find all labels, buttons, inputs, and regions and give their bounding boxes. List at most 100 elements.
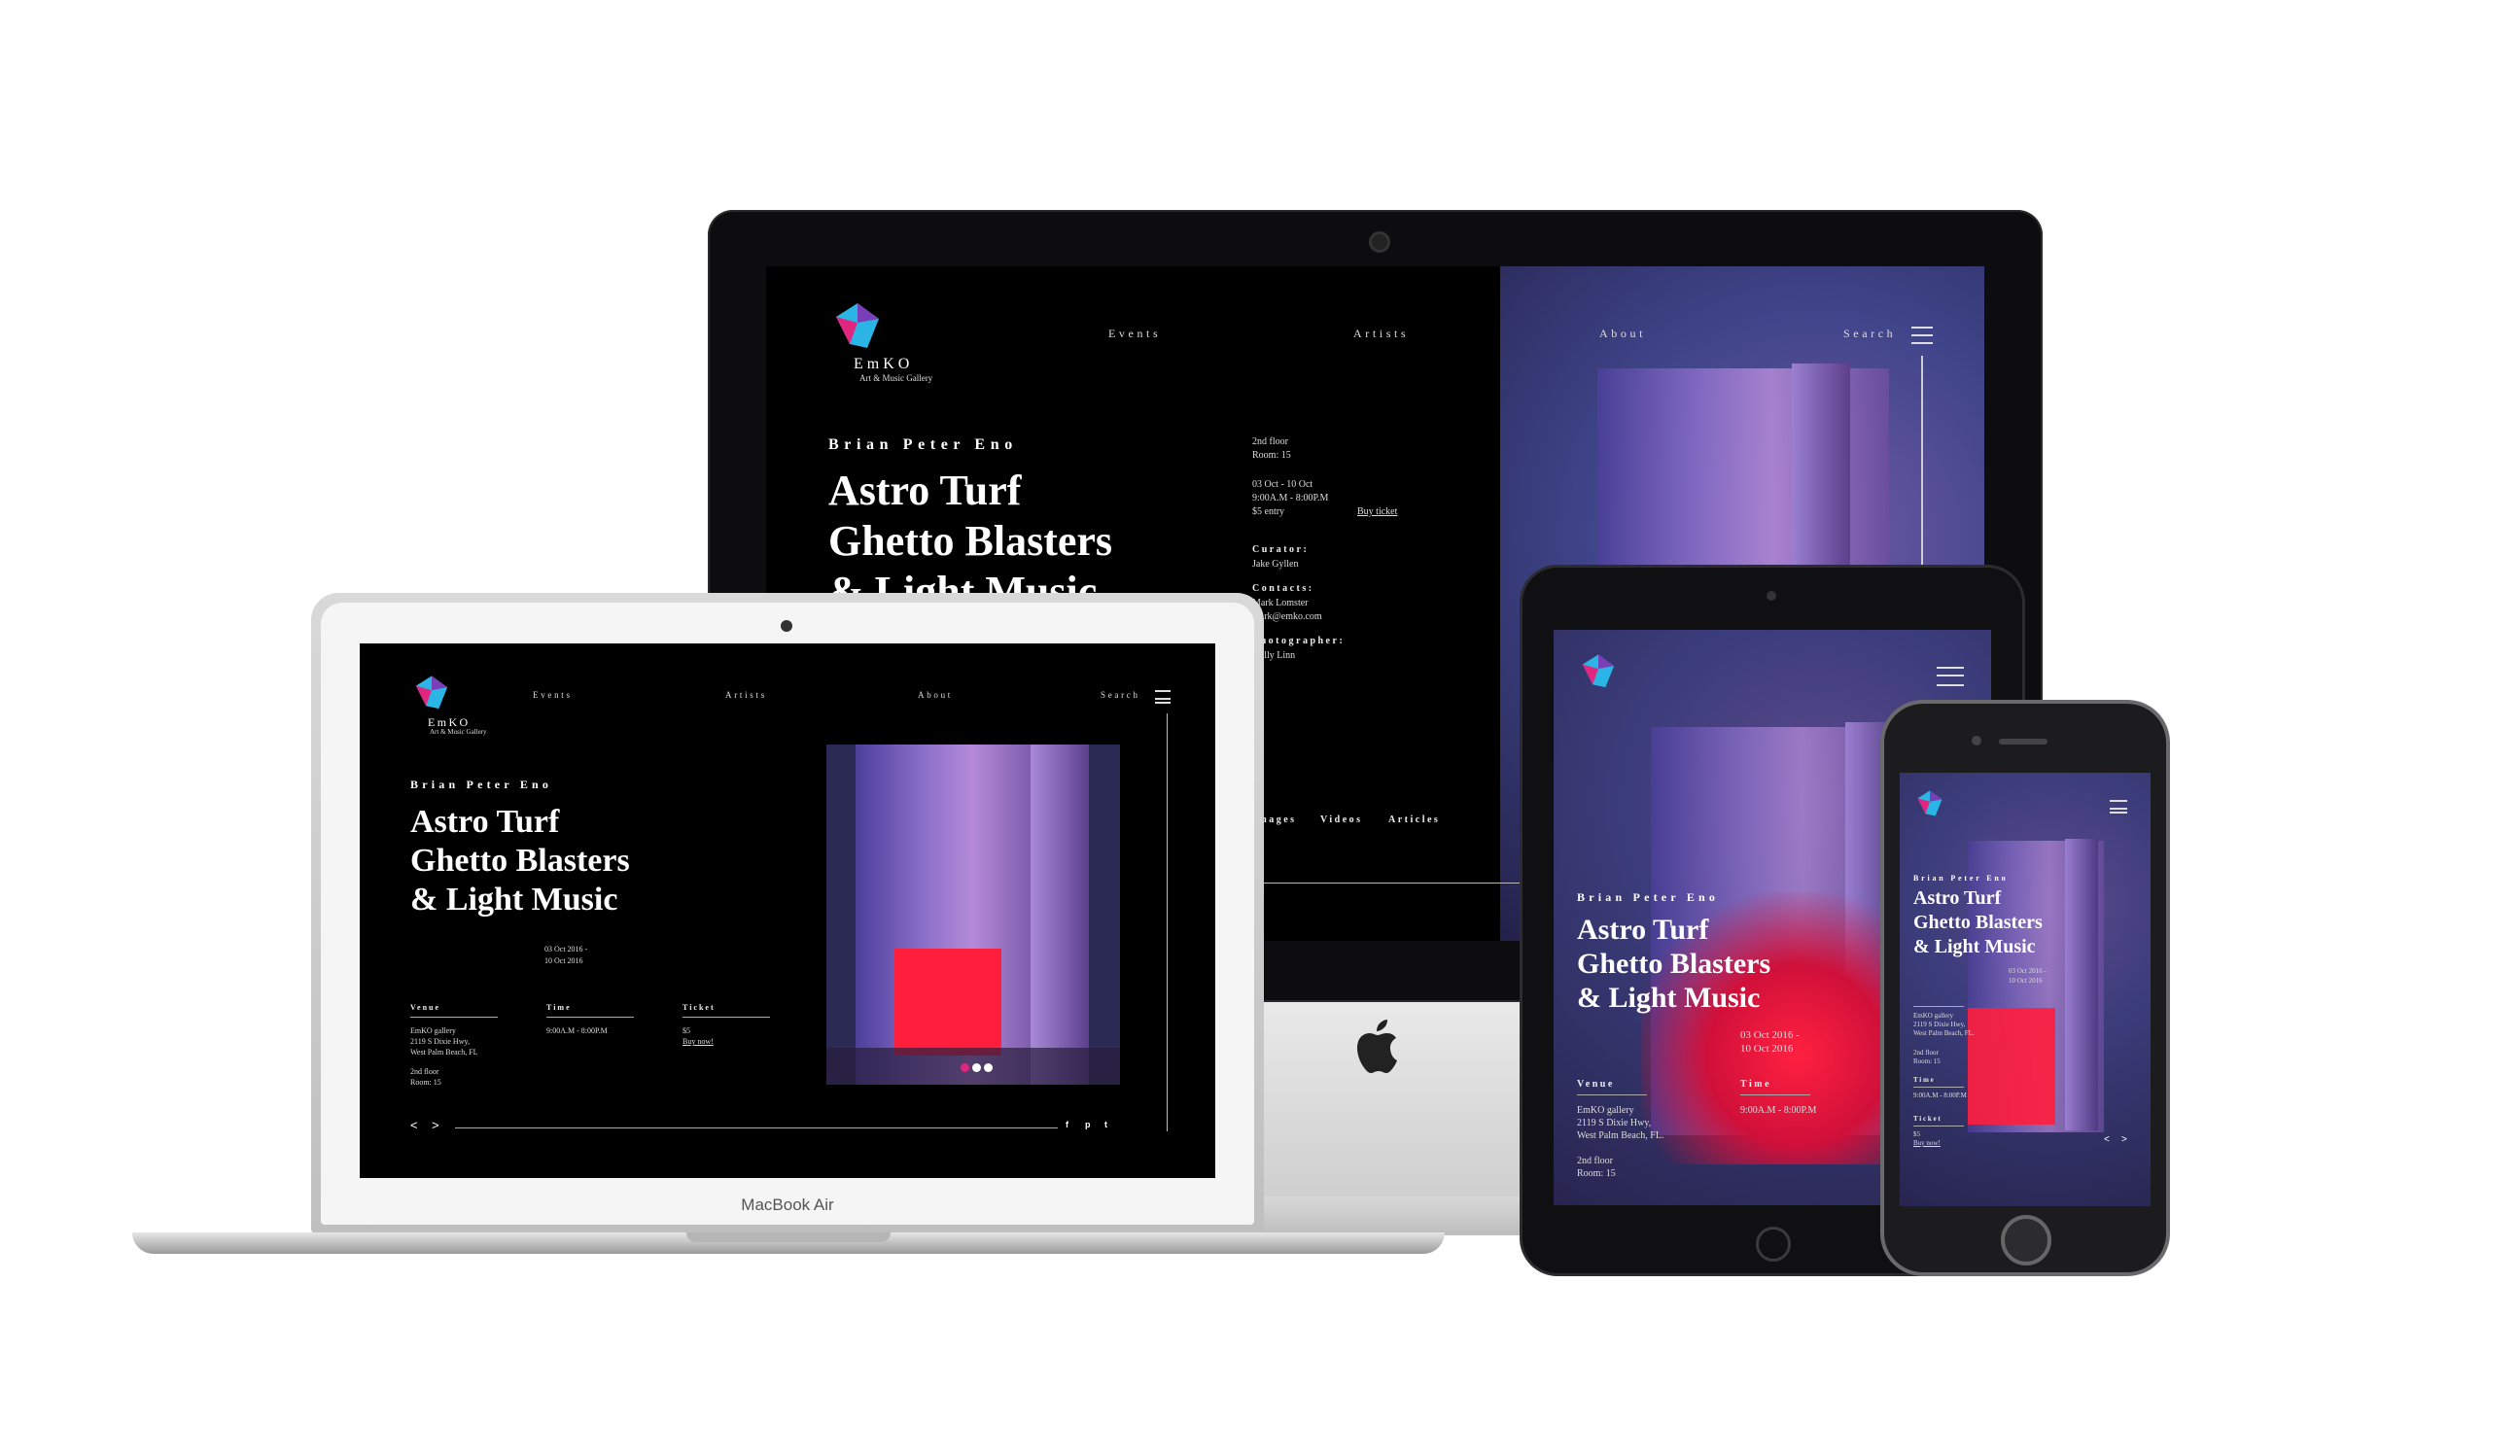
time: 9:00A.M - 8:00P.M	[1740, 1105, 1817, 1116]
venue-line-2: 2119 S Dixie Hwy,	[1577, 1118, 1652, 1128]
iphone-speaker	[1999, 739, 2048, 745]
title-line-2: Ghetto Blasters	[1577, 948, 1771, 980]
next-arrow[interactable]: >	[432, 1118, 439, 1132]
gallery-image[interactable]	[826, 745, 1120, 1085]
time: 9:00A.M - 8:00P.M	[546, 1026, 608, 1035]
contacts-label: Contacts:	[1252, 583, 1314, 594]
time-label: Time	[1740, 1079, 1772, 1090]
time-rule	[1740, 1094, 1810, 1095]
title-line-3: & Light Music	[410, 882, 618, 918]
nav-about[interactable]: About	[1599, 327, 1646, 341]
date-start: 03 Oct 2016 -	[544, 945, 588, 953]
floor: 2nd floor	[1577, 1156, 1613, 1166]
nav-events[interactable]: Events	[533, 690, 573, 700]
curator-label: Curator:	[1252, 544, 1310, 555]
pinterest-icon[interactable]: p	[1085, 1120, 1091, 1129]
progress-line	[455, 1127, 1058, 1128]
date-start: 03 Oct 2016 -	[2009, 967, 2047, 975]
title-line-1: Astro Turf	[1913, 887, 2002, 909]
time: 9:00A.M - 8:00P.M	[1913, 1092, 1967, 1099]
brand-tagline: Art & Music Gallery	[859, 373, 933, 383]
nav-artists[interactable]: Artists	[725, 690, 767, 700]
floor: 2nd floor	[410, 1067, 439, 1076]
title-line-1: Astro Turf	[1577, 914, 1709, 946]
slide-dot-2[interactable]	[972, 1063, 981, 1072]
artist-name: Brian Peter Eno	[410, 778, 553, 791]
venue-line-3: West Palm Beach, FL.	[1913, 1029, 1975, 1037]
title-line-1: Astro Turf	[410, 804, 560, 840]
scroll-end	[1167, 1129, 1168, 1130]
iphone-camera	[1972, 736, 1981, 745]
venue-rule	[410, 1017, 498, 1018]
ipad-camera	[1767, 591, 1776, 601]
time-label: Time	[546, 1003, 572, 1012]
red-light	[1968, 1008, 2055, 1125]
venue-label: Venue	[1577, 1079, 1615, 1090]
menu-icon[interactable]	[1155, 690, 1171, 704]
artist-name: Brian Peter Eno	[1577, 890, 1720, 904]
room: Room: 15	[1913, 1057, 1941, 1065]
red-light	[894, 949, 1001, 1056]
art-edge	[1031, 745, 1089, 1085]
tab-articles[interactable]: Articles	[1388, 815, 1440, 825]
art-edge	[2065, 839, 2098, 1130]
room: Room: 15	[410, 1078, 441, 1087]
date-end: 10 Oct 2016	[1740, 1043, 1794, 1055]
room: Room: 15	[1252, 450, 1291, 461]
title-line-3: & Light Music	[1913, 936, 2036, 957]
time-rule	[1913, 1087, 1964, 1088]
time-rule	[546, 1017, 634, 1018]
venue-line-1: EmKO gallery	[1577, 1105, 1634, 1116]
tab-videos[interactable]: Videos	[1320, 815, 1363, 825]
room: Room: 15	[1577, 1168, 1616, 1179]
date-range: 03 Oct - 10 Oct	[1252, 479, 1313, 490]
title-line-2: Ghetto Blasters	[1913, 912, 2043, 933]
date-end: 10 Oct 2016	[2009, 977, 2043, 985]
buy-ticket-link[interactable]: Buy ticket	[1357, 505, 1397, 519]
slide-dot-1[interactable]	[961, 1063, 969, 1072]
buy-now-link[interactable]: Buy now!	[1913, 1139, 1941, 1148]
time-label: Time	[1913, 1076, 1936, 1084]
menu-icon[interactable]	[1937, 667, 1964, 686]
date-start: 03 Oct 2016 -	[1740, 1029, 1800, 1041]
scroll-line	[1167, 713, 1168, 1131]
buy-now-link[interactable]: Buy now!	[682, 1037, 714, 1048]
logo-icon	[836, 303, 879, 348]
artist-name: Brian Peter Eno	[828, 436, 1018, 453]
brand-tagline: Art & Music Gallery	[430, 728, 487, 736]
prev-arrow[interactable]: <	[410, 1118, 418, 1132]
apple-logo-icon	[1357, 1020, 1397, 1073]
photographer-label: Photographer:	[1252, 636, 1346, 646]
venue-line-3: West Palm Beach, FL.	[1577, 1130, 1664, 1141]
facebook-icon[interactable]: f	[1066, 1120, 1068, 1129]
logo-icon	[1917, 790, 1942, 816]
nav-search[interactable]: Search	[1101, 690, 1140, 700]
venue-rule	[1577, 1094, 1647, 1095]
twitter-icon[interactable]: t	[1104, 1120, 1107, 1129]
title-line-2: Ghetto Blasters	[410, 843, 630, 879]
nav-about[interactable]: About	[918, 690, 953, 700]
iphone-home-button[interactable]	[2001, 1215, 2051, 1265]
menu-icon[interactable]	[1911, 327, 1933, 344]
venue-rule	[1913, 1006, 1964, 1007]
ticket-rule	[1913, 1126, 1964, 1127]
venue-line-3: West Palm Beach, FL	[410, 1048, 478, 1057]
venue-line-2: 2119 S Dixie Hwy,	[410, 1037, 470, 1046]
logo-icon	[415, 676, 448, 710]
ticket-label: Ticket	[1913, 1115, 1942, 1123]
menu-icon[interactable]	[2110, 800, 2127, 814]
nav-artists[interactable]: Artists	[1353, 327, 1409, 341]
hours: 9:00A.M - 8:00P.M	[1252, 493, 1329, 503]
artist-name: Brian Peter Eno	[1913, 874, 2009, 883]
slide-dot-3[interactable]	[984, 1063, 993, 1072]
macbook-label: MacBook Air	[741, 1196, 834, 1214]
next-arrow[interactable]: >	[2121, 1134, 2127, 1145]
ipad-home-button[interactable]	[1756, 1227, 1791, 1262]
title-line-2: Ghetto Blasters	[828, 517, 1113, 565]
price: $5	[682, 1026, 690, 1035]
ticket-label: Ticket	[682, 1003, 716, 1012]
nav-events[interactable]: Events	[1108, 327, 1161, 341]
prev-arrow[interactable]: <	[2104, 1134, 2110, 1145]
nav-search[interactable]: Search	[1843, 327, 1896, 341]
price-entry: $5 entry	[1252, 506, 1285, 517]
